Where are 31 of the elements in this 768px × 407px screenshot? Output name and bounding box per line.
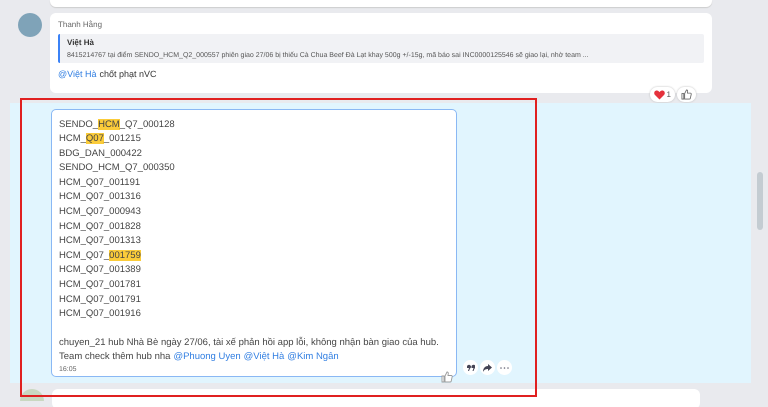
order-code: HCM_Q07_001791 [59, 292, 142, 307]
mention-link[interactable]: @Việt Hà [244, 350, 284, 365]
order-code: HCM_Q07_001828 [59, 220, 142, 234]
scrollbar-thumb[interactable] [757, 172, 763, 230]
order-code: HCM_Q07_001389 [59, 263, 142, 278]
order-code: HCM_Q07_001759 [59, 248, 142, 263]
thumbs-up-icon [681, 89, 692, 100]
quote-button[interactable] [463, 360, 478, 375]
order-code: SENDO_HCM_Q7_000350 [59, 161, 176, 176]
mention-link[interactable]: @Việt Hà [58, 69, 96, 79]
order-code: HCM_Q07_000943 [59, 205, 142, 220]
message-text: chuyen_21 hub Nhà Bè ngày 27/06, tài xế phản hồi app lỗi, không nhận bàn giao của hub. [59, 336, 440, 350]
order-code: HCM_Q07_001191 [59, 176, 142, 190]
order-code: HCM_Q07_001316 [59, 190, 142, 204]
forward-button[interactable] [480, 360, 495, 375]
order-code: HCM_Q07_001916 [59, 307, 142, 322]
order-code: BDG_DAN_000422 [59, 146, 143, 161]
message-text: Team check thêm hub nha [59, 350, 170, 364]
message-text: chốt phạt nVC [100, 69, 157, 79]
sender-name: Thanh Hằng [58, 20, 102, 29]
order-code: HCM_Q07_001313 [59, 234, 142, 248]
heart-icon [654, 90, 665, 100]
mention-link[interactable]: @Phuong Uyen [173, 350, 241, 365]
like-button[interactable] [677, 87, 696, 102]
reaction-button[interactable]: 1 [650, 87, 675, 102]
order-code: HCM_Q07_001781 [59, 278, 142, 292]
forward-arrow-icon [483, 364, 492, 372]
quote-icon [466, 364, 474, 371]
mention-link[interactable]: @Kim Ngân [287, 350, 339, 365]
like-icon[interactable] [441, 371, 453, 383]
quote-author: Việt Hà [67, 38, 95, 47]
